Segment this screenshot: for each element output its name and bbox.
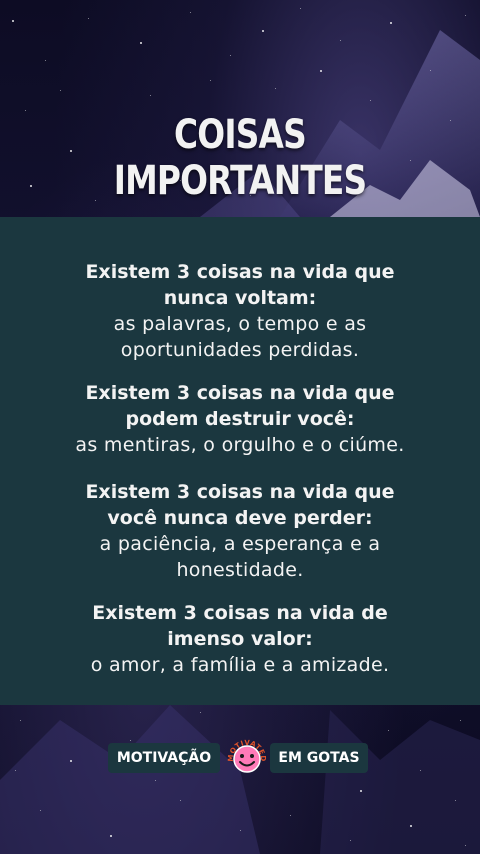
star [430,70,431,71]
star [390,22,392,24]
section-heading-line: você nunca deve perder: [107,507,373,529]
section-2: Existem 3 coisas na vida que podem destr… [0,380,480,458]
star [290,815,291,816]
star [200,712,201,713]
brand-footer: MOTIVAÇÃO MOTIVATED EM GOTAS [0,735,480,785]
star [40,810,41,811]
star [350,840,351,841]
star [60,90,61,91]
star [180,800,181,801]
section-body-line: oportunidades perdidas. [120,339,360,361]
star [465,15,466,16]
star [388,730,389,731]
section-body-line: o amor, a família e a amizade. [90,654,390,676]
star [190,12,191,13]
star [455,800,456,801]
section-heading-line: Existem 3 coisas na vida que [85,382,395,404]
section-heading-line: Existem 3 coisas na vida de [92,602,388,624]
star [88,18,89,19]
smiley-face-icon: MOTIVATED [227,739,267,773]
star [240,830,241,831]
section-heading-line: Existem 3 coisas na vida que [85,481,395,503]
section-1: Existem 3 coisas na vida que nunca volta… [0,259,480,363]
section-4: Existem 3 coisas na vida de imenso valor… [0,600,480,678]
star [410,825,412,827]
section-heading-line: imenso valor: [167,628,313,650]
star [30,185,32,187]
content-panel: Existem 3 coisas na vida que nunca volta… [0,217,480,705]
star [230,55,231,56]
star [210,80,211,81]
star [320,70,322,72]
star [25,110,26,111]
section-heading-line: podem destruir você: [125,408,355,430]
star [450,120,451,121]
section-body-line: as palavras, o tempo e as [113,313,367,335]
star [12,20,14,22]
brand-name-right: EM GOTAS [270,743,368,773]
star [275,88,276,89]
star [360,790,362,792]
star [370,100,371,101]
star [140,42,142,44]
star [460,720,461,721]
brand-name-left: MOTIVAÇÃO [108,743,220,773]
section-body-line: honestidade. [176,559,304,581]
star [150,95,151,96]
star [262,30,264,32]
star [300,8,301,9]
star [45,60,46,61]
star [340,40,341,41]
star [465,845,466,846]
section-heading-line: Existem 3 coisas na vida que [85,261,395,283]
section-heading-line: nunca voltam: [163,287,317,309]
section-body-line: as mentiras, o orgulho e o ciúme. [75,434,405,456]
star [20,720,21,721]
star [110,835,112,837]
section-body-line: a paciência, a esperança e a [99,533,381,555]
page-title: COISAS IMPORTANTES [113,112,367,204]
section-3: Existem 3 coisas na vida que você nunca … [0,479,480,583]
